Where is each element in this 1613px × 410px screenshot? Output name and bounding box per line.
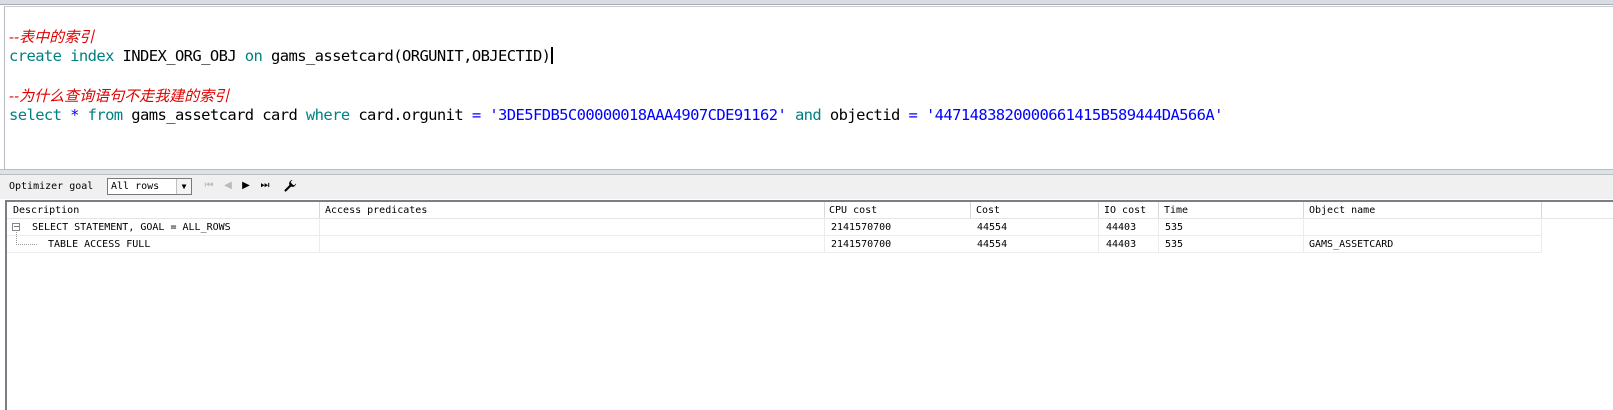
sql-line-select: select * from gams_assetcard card where … — [9, 106, 1223, 124]
plan-toolbar: Optimizer goal All rows ▼ ⏮ ◀ ▶ ⏭ — [0, 175, 1613, 199]
keyword-select: select — [9, 106, 62, 124]
star-operator: * — [70, 106, 79, 124]
row-time: 535 — [1165, 222, 1184, 233]
col-header-description[interactable]: Description — [13, 205, 79, 216]
next-record-icon[interactable]: ▶ — [239, 179, 253, 193]
table-alias: gams_assetcard card — [131, 106, 298, 124]
plan-row[interactable]: − SELECT STATEMENT, GOAL = ALL_ROWS 2141… — [7, 219, 1542, 236]
column-orgunit: card.orgunit — [358, 106, 464, 124]
table-columns: gams_assetcard(ORGUNIT,OBJECTID) — [271, 47, 551, 65]
column-divider[interactable] — [1098, 202, 1099, 218]
wrench-icon[interactable] — [283, 179, 297, 193]
row-description: TABLE ACCESS FULL — [48, 239, 151, 250]
plan-row[interactable]: TABLE ACCESS FULL 2141570700 44554 44403… — [7, 232, 1542, 253]
column-divider[interactable] — [1303, 202, 1304, 218]
string-literal-1: '3DE5FDB5C00000018AAA4907CDE91162' — [489, 106, 787, 124]
last-record-icon[interactable]: ⏭ — [258, 179, 272, 193]
tree-connector — [16, 232, 37, 245]
col-header-access-predicates[interactable]: Access predicates — [325, 205, 427, 216]
row-cost: 44554 — [977, 239, 1008, 250]
comment-line-1: --表中的索引 — [9, 28, 95, 46]
keyword-create: create — [9, 47, 62, 65]
keyword-and: and — [794, 106, 822, 124]
row-object-name: GAMS_ASSETCARD — [1309, 239, 1394, 250]
row-io-cost: 44403 — [1106, 239, 1137, 250]
keyword-index: index — [70, 47, 114, 65]
comment-line-2: --为什么查询语句不走我建的索引 — [9, 87, 230, 105]
col-header-cpu-cost[interactable]: CPU cost — [829, 205, 877, 216]
column-divider[interactable] — [824, 202, 825, 218]
row-cpu-cost: 2141570700 — [831, 239, 892, 250]
col-header-object-name[interactable]: Object name — [1309, 205, 1375, 216]
column-divider[interactable] — [970, 202, 971, 218]
first-record-icon[interactable]: ⏮ — [202, 179, 216, 193]
string-literal-2: '4471483820000661415B589444DA566A' — [925, 106, 1223, 124]
row-cpu-cost: 2141570700 — [831, 222, 892, 233]
top-border — [0, 0, 1613, 5]
optimizer-goal-select[interactable]: All rows ▼ — [107, 178, 192, 195]
keyword-from: from — [87, 106, 124, 124]
column-objectid: objectid — [829, 106, 900, 124]
chevron-down-icon: ▼ — [176, 179, 191, 194]
row-cost: 44554 — [977, 222, 1008, 233]
col-header-io-cost[interactable]: IO cost — [1104, 205, 1146, 216]
sql-line-create-index: create index INDEX_ORG_OBJ on gams_asset… — [9, 47, 554, 65]
index-name: INDEX_ORG_OBJ — [122, 47, 237, 65]
row-io-cost: 44403 — [1106, 222, 1137, 233]
plan-grid: Description Access predicates CPU cost C… — [5, 200, 1613, 410]
col-header-time[interactable]: Time — [1164, 205, 1188, 216]
optimizer-goal-label: Optimizer goal — [9, 181, 94, 192]
keyword-on: on — [244, 47, 263, 65]
text-caret — [551, 47, 554, 64]
optimizer-goal-value: All rows — [111, 181, 160, 192]
equals-operator-1: = — [471, 106, 481, 124]
column-divider[interactable] — [1158, 202, 1159, 218]
row-time: 535 — [1165, 239, 1184, 250]
collapse-icon[interactable]: − — [12, 223, 20, 231]
column-divider[interactable] — [319, 202, 320, 218]
keyword-where: where — [305, 106, 350, 124]
row-description: SELECT STATEMENT, GOAL = ALL_ROWS — [32, 222, 231, 233]
plan-grid-header: Description Access predicates CPU cost C… — [7, 202, 1613, 219]
column-divider[interactable] — [1541, 202, 1542, 218]
previous-record-icon[interactable]: ◀ — [221, 179, 235, 193]
equals-operator-2: = — [908, 106, 918, 124]
col-header-cost[interactable]: Cost — [976, 205, 1000, 216]
sql-editor[interactable]: --表中的索引 create index INDEX_ORG_OBJ on ga… — [4, 6, 1613, 170]
